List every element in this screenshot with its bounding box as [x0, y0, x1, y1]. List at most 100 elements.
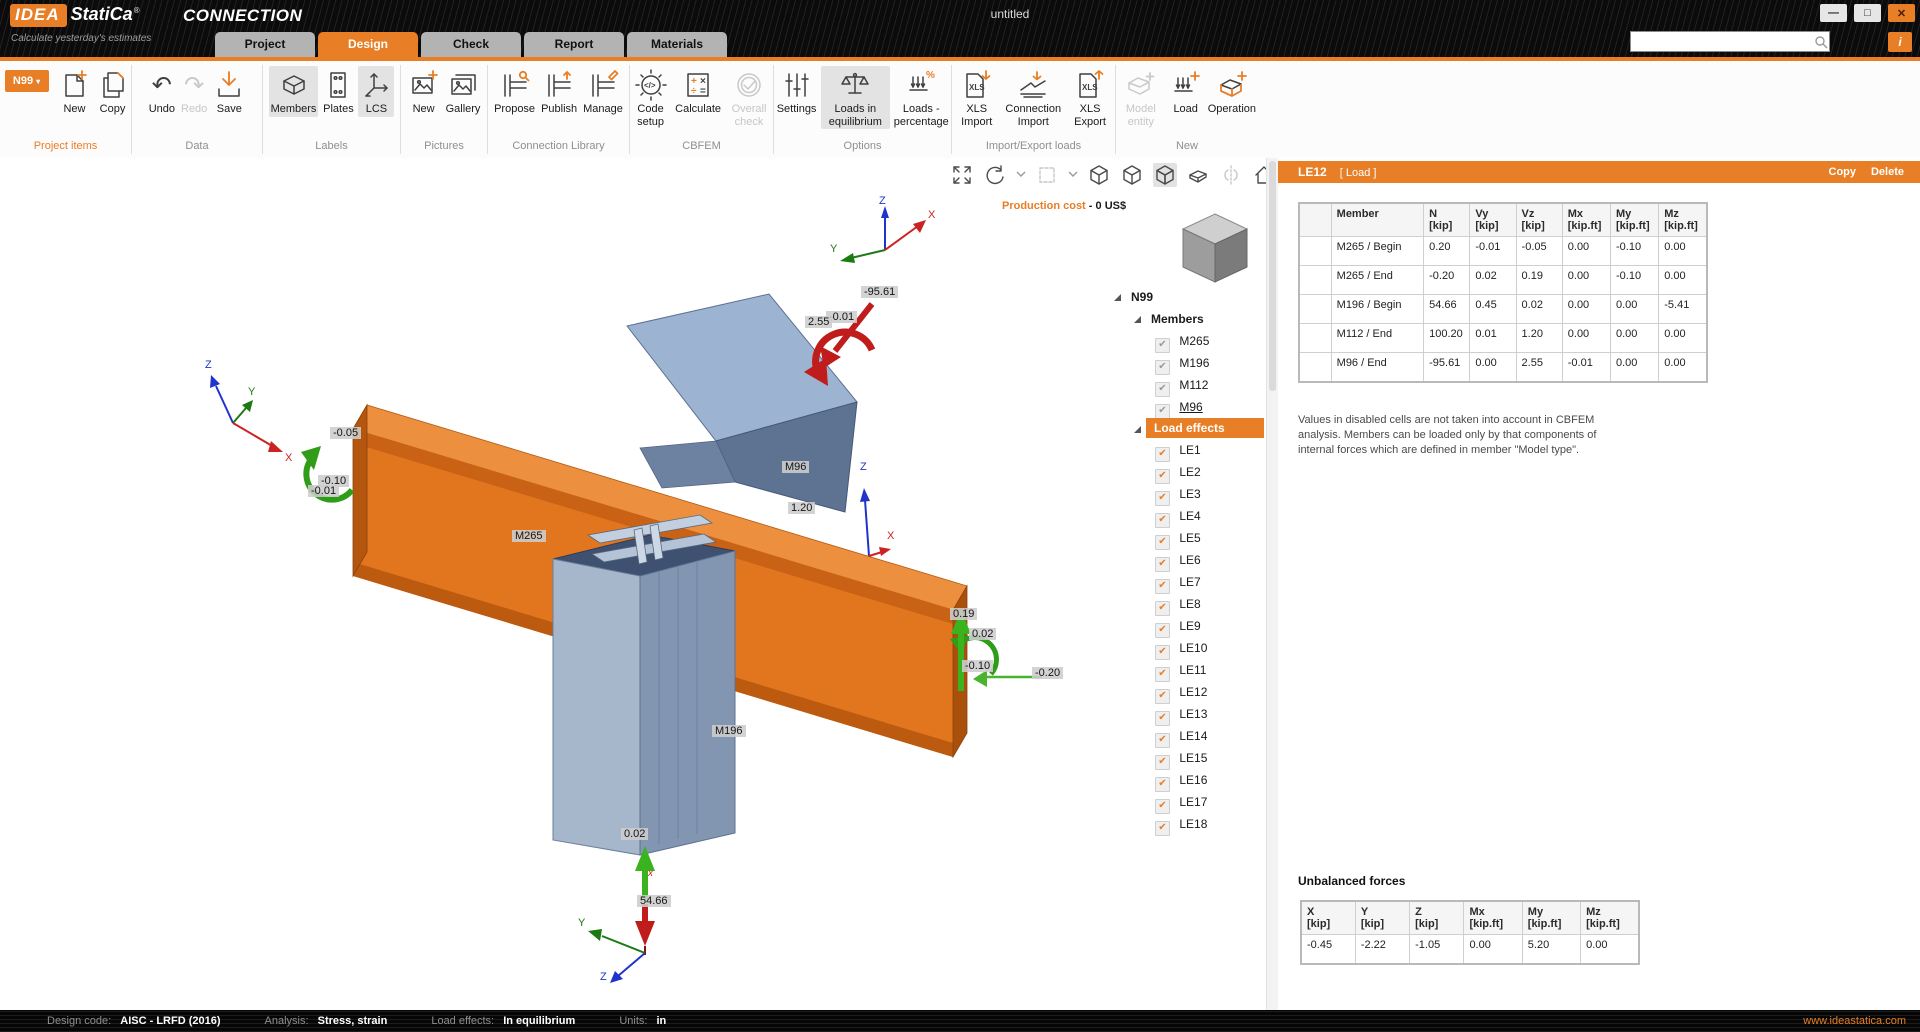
connection-import-button[interactable]: Connection Import — [1003, 66, 1063, 129]
checkbox-checked-icon[interactable]: ✔ — [1155, 623, 1170, 638]
expander-icon[interactable] — [1134, 316, 1141, 323]
value-cell[interactable]: -0.10 — [1611, 266, 1659, 295]
tree-node-load-effect[interactable]: ✔ LE7 — [1106, 571, 1264, 593]
value-cell[interactable]: 0.01 — [1470, 324, 1516, 353]
load-table-row[interactable]: M112 / End 100.20 0.01 1.20 0.00 0.00 0.… — [1299, 324, 1707, 353]
value-cell[interactable]: 0.00 — [1562, 324, 1610, 353]
website-link[interactable]: www.ideastatica.com — [1803, 1010, 1906, 1032]
value-cell[interactable]: 0.00 — [1659, 266, 1707, 295]
loads-percentage-toggle[interactable]: % Loads - percentage — [892, 66, 951, 129]
member-cell[interactable]: M265 / End — [1331, 266, 1423, 295]
xls-export-button[interactable]: XLS XLS Export — [1065, 66, 1115, 129]
member-cell[interactable]: M96 / End — [1331, 353, 1423, 383]
checkbox-checked-icon[interactable]: ✔ — [1155, 447, 1170, 462]
row-selector-cell[interactable] — [1299, 324, 1331, 353]
row-selector-cell[interactable] — [1299, 237, 1331, 266]
tree-node-load-effect[interactable]: ✔ LE11 — [1106, 659, 1264, 681]
checkbox-checked-icon[interactable]: ✔ — [1155, 777, 1170, 792]
settings-button[interactable]: Settings — [774, 66, 819, 117]
value-cell[interactable]: 0.00 — [1611, 324, 1659, 353]
publish-button[interactable]: Publish — [539, 66, 579, 117]
value-cell[interactable]: -0.10 — [1611, 237, 1659, 266]
value-cell[interactable]: 0.00 — [1562, 266, 1610, 295]
copy-project-item-button[interactable]: Copy — [95, 66, 131, 117]
value-cell[interactable]: 100.20 — [1424, 324, 1470, 353]
checkbox-checked-icon[interactable]: ✔ — [1155, 557, 1170, 572]
row-selector-cell[interactable] — [1299, 295, 1331, 324]
tree-node-project[interactable]: N99 — [1106, 286, 1264, 308]
tree-node-load-effect[interactable]: ✔ LE4 — [1106, 505, 1264, 527]
save-button[interactable]: Save — [211, 66, 247, 117]
tree-node-load-effect[interactable]: ✔ LE18 — [1106, 813, 1264, 835]
expander-icon[interactable] — [1114, 294, 1121, 301]
chevron-down-icon[interactable] — [1016, 169, 1026, 182]
value-cell[interactable]: 0.20 — [1424, 237, 1470, 266]
manage-button[interactable]: Manage — [581, 66, 625, 117]
wireframe-view-icon[interactable] — [1087, 163, 1111, 187]
value-cell[interactable]: 0.00 — [1611, 353, 1659, 383]
navigation-cube-widget[interactable] — [1183, 214, 1247, 282]
member-cell[interactable]: M112 / End — [1331, 324, 1423, 353]
value-cell[interactable]: 0.19 — [1516, 266, 1562, 295]
tree-node-load-effect[interactable]: ✔ LE9 — [1106, 615, 1264, 637]
fit-view-icon[interactable] — [950, 163, 974, 187]
tree-node-load-effect[interactable]: ✔ LE3 — [1106, 483, 1264, 505]
xls-import-button[interactable]: XLS XLS Import — [952, 66, 1001, 129]
value-cell[interactable]: 54.66 — [1424, 295, 1470, 324]
minimize-icon[interactable]: — — [1820, 4, 1847, 22]
tree-node-members[interactable]: Members — [1106, 308, 1264, 330]
value-cell[interactable]: 2.55 — [1516, 353, 1562, 383]
propose-button[interactable]: Propose — [492, 66, 537, 117]
checkbox-checked-icon[interactable]: ✔ — [1155, 338, 1170, 353]
checkbox-checked-icon[interactable]: ✔ — [1155, 404, 1170, 419]
tree-scrollbar[interactable] — [1266, 158, 1278, 1010]
load-table-row[interactable]: M265 / End -0.20 0.02 0.19 0.00 -0.10 0.… — [1299, 266, 1707, 295]
checkbox-checked-icon[interactable]: ✔ — [1155, 733, 1170, 748]
tree-node-load-effect[interactable]: ✔ LE16 — [1106, 769, 1264, 791]
tree-node-member[interactable]: ✔ M112 — [1106, 374, 1264, 396]
value-cell[interactable]: 0.00 — [1470, 353, 1516, 383]
member-cell[interactable]: M265 / Begin — [1331, 237, 1423, 266]
tree-node-member[interactable]: ✔ M196 — [1106, 352, 1264, 374]
tab-project[interactable]: Project — [215, 32, 315, 57]
tree-node-load-effect[interactable]: ✔ LE1 — [1106, 439, 1264, 461]
value-cell[interactable]: 0.00 — [1659, 237, 1707, 266]
maximize-icon[interactable]: □ — [1854, 4, 1881, 22]
checkbox-checked-icon[interactable]: ✔ — [1155, 382, 1170, 397]
delete-load-button[interactable]: Delete — [1871, 161, 1904, 183]
transparent-view-icon[interactable] — [1186, 163, 1210, 187]
tab-materials[interactable]: Materials — [627, 32, 727, 57]
checkbox-checked-icon[interactable]: ✔ — [1155, 601, 1170, 616]
value-cell[interactable]: -0.01 — [1562, 353, 1610, 383]
tab-design[interactable]: Design — [318, 32, 418, 57]
tree-node-load-effect[interactable]: ✔ LE13 — [1106, 703, 1264, 725]
value-cell[interactable]: 1.20 — [1516, 324, 1562, 353]
value-cell[interactable]: 0.00 — [1611, 295, 1659, 324]
value-cell[interactable]: 0.00 — [1562, 237, 1610, 266]
new-operation-button[interactable]: Operation — [1206, 66, 1258, 117]
tree-node-load-effect[interactable]: ✔ LE2 — [1106, 461, 1264, 483]
checkbox-checked-icon[interactable]: ✔ — [1155, 535, 1170, 550]
tab-check[interactable]: Check — [421, 32, 521, 57]
checkbox-checked-icon[interactable]: ✔ — [1155, 645, 1170, 660]
value-cell[interactable]: -0.20 — [1424, 266, 1470, 295]
checkbox-checked-icon[interactable]: ✔ — [1155, 711, 1170, 726]
project-item-selector[interactable]: N99 ▾ — [5, 70, 49, 92]
row-selector-cell[interactable] — [1299, 353, 1331, 383]
plates-labels-toggle[interactable]: Plates — [320, 66, 356, 117]
hidden-line-view-icon[interactable] — [1120, 163, 1144, 187]
checkbox-checked-icon[interactable]: ✔ — [1155, 491, 1170, 506]
calculate-button[interactable]: +×÷= Calculate — [673, 66, 723, 117]
checkbox-checked-icon[interactable]: ✔ — [1155, 799, 1170, 814]
tree-node-load-effect[interactable]: ✔ LE6 — [1106, 549, 1264, 571]
gallery-button[interactable]: Gallery — [444, 66, 483, 117]
value-cell[interactable]: 0.00 — [1659, 324, 1707, 353]
tree-node-load-effect[interactable]: ✔ LE10 — [1106, 637, 1264, 659]
load-table-row[interactable]: M196 / Begin 54.66 0.45 0.02 0.00 0.00 -… — [1299, 295, 1707, 324]
checkbox-checked-icon[interactable]: ✔ — [1155, 689, 1170, 704]
checkbox-checked-icon[interactable]: ✔ — [1155, 579, 1170, 594]
value-cell[interactable]: -0.01 — [1470, 237, 1516, 266]
value-cell[interactable]: 0.02 — [1516, 295, 1562, 324]
solid-view-icon[interactable] — [1153, 163, 1177, 187]
value-cell[interactable]: -95.61 — [1424, 353, 1470, 383]
